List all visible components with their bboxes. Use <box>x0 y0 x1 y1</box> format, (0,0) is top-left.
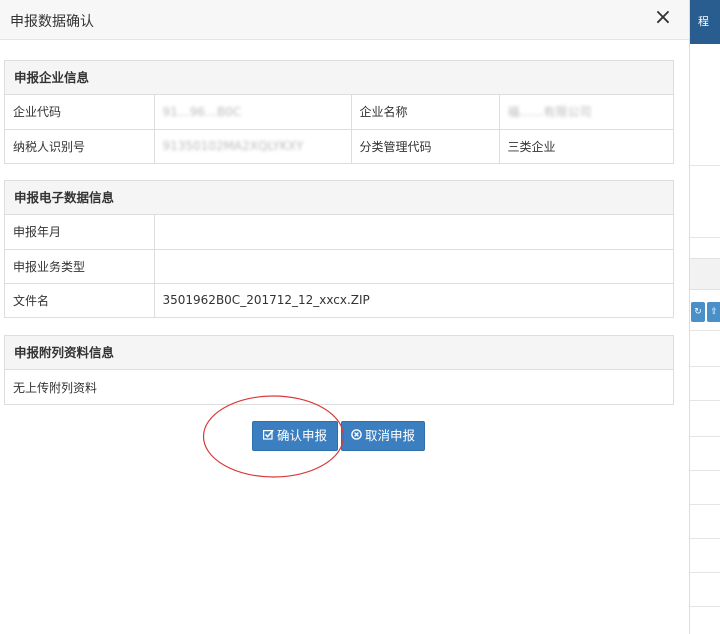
label-file-name: 文件名 <box>5 282 155 317</box>
table-row: 文件名 3501962B0C_201712_12_xxcx.ZIP <box>5 282 673 317</box>
label-category-code: 分类管理代码 <box>350 128 500 163</box>
refresh-icon[interactable]: ↻ <box>691 302 705 322</box>
background-divider <box>690 606 720 607</box>
background-divider <box>690 504 720 505</box>
close-icon[interactable]: × <box>652 7 674 30</box>
background-divider <box>690 165 720 166</box>
dialog-title: 申报数据确认 <box>10 14 94 30</box>
background-table-header <box>690 258 720 290</box>
label-company-name: 企业名称 <box>350 95 500 130</box>
dialog-header: 申报数据确认 × <box>0 0 689 40</box>
confirm-declare-label: 确认申报 <box>276 428 327 443</box>
circle-x-icon <box>351 423 362 451</box>
table-row: 申报业务类型 <box>5 248 673 284</box>
company-info-table: 企业代码 91…96…B0C 企业名称 福……有限公司 纳税人识别号 91350… <box>5 95 673 163</box>
table-row: 企业代码 91…96…B0C 企业名称 福……有限公司 <box>5 95 673 130</box>
confirm-declare-button[interactable]: 确认申报 <box>252 421 338 451</box>
background-header: 程 <box>690 0 720 44</box>
value-company-name: 福……有限公司 <box>498 95 673 130</box>
table-row: 申报年月 <box>5 215 673 250</box>
cancel-declare-button[interactable]: 取消申报 <box>341 421 425 451</box>
value-category-code: 三类企业 <box>498 128 673 163</box>
company-info-panel: 申报企业信息 企业代码 91…96…B0C 企业名称 福……有限公司 纳税人识别… <box>4 60 674 164</box>
background-divider <box>690 330 720 331</box>
edata-info-table: 申报年月 申报业务类型 文件名 3501962B0C_201712_12_xxc… <box>5 215 673 317</box>
confirm-dialog: 申报数据确认 × 申报企业信息 企业代码 91…96…B0C 企业名称 福……有… <box>0 0 689 634</box>
label-taxpayer-id: 纳税人识别号 <box>5 128 155 163</box>
panel-heading: 申报企业信息 <box>5 61 673 95</box>
background-divider <box>690 470 720 471</box>
label-company-code: 企业代码 <box>5 95 155 130</box>
edit-check-icon <box>262 423 274 451</box>
panel-heading: 申报电子数据信息 <box>5 181 673 215</box>
attachments-table: 无上传附列资料 <box>5 370 673 404</box>
background-divider <box>690 538 720 539</box>
edata-info-panel: 申报电子数据信息 申报年月 申报业务类型 文件名 3501962B0C_2017… <box>4 180 674 318</box>
value-file-name: 3501962B0C_201712_12_xxcx.ZIP <box>153 282 673 317</box>
value-taxpayer-id: 91350102MA2XQLYKXY <box>153 128 352 163</box>
table-row: 无上传附列资料 <box>5 370 673 404</box>
attachments-panel: 申报附列资料信息 无上传附列资料 <box>4 335 674 405</box>
value-business-type <box>153 248 673 284</box>
label-business-type: 申报业务类型 <box>5 248 155 284</box>
background-divider <box>690 237 720 238</box>
value-company-code: 91…96…B0C <box>153 95 352 130</box>
label-declare-month: 申报年月 <box>5 215 155 250</box>
background-divider <box>690 366 720 367</box>
background-divider <box>690 436 720 437</box>
background-divider <box>690 400 720 401</box>
background-toolbar: ↻ ⇧ <box>690 302 720 322</box>
table-row: 纳税人识别号 91350102MA2XQLYKXY 分类管理代码 三类企业 <box>5 128 673 163</box>
attachments-empty-text: 无上传附列资料 <box>13 380 98 395</box>
panel-heading: 申报附列资料信息 <box>5 336 673 370</box>
cancel-declare-label: 取消申报 <box>364 428 415 443</box>
value-declare-month <box>153 215 673 250</box>
upload-icon[interactable]: ⇧ <box>707 302 720 322</box>
background-divider <box>690 572 720 573</box>
background-page: 程 ↻ ⇧ <box>689 0 720 634</box>
